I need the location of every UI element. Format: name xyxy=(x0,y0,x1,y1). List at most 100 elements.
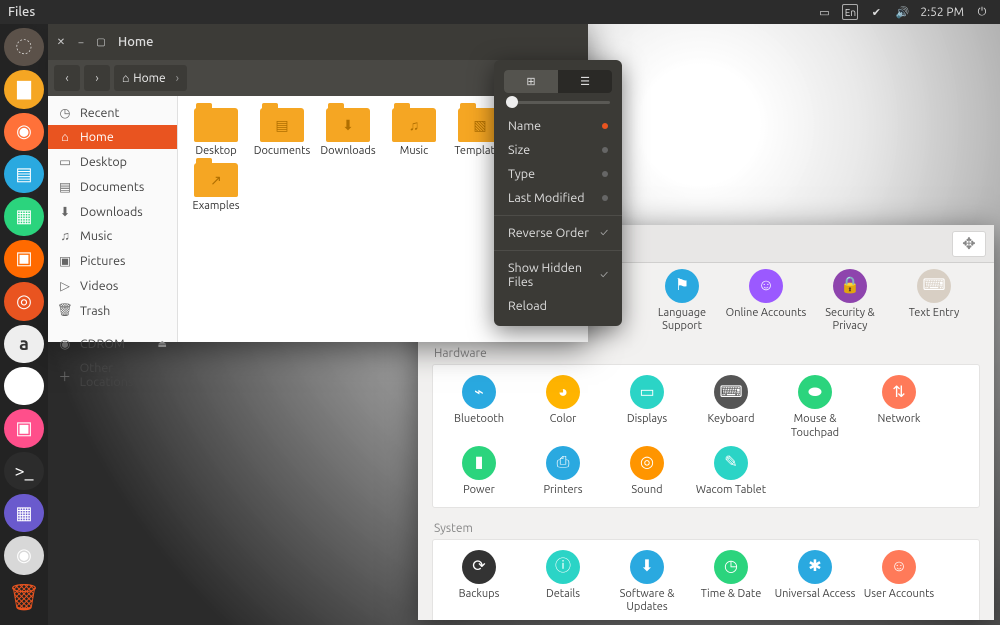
launcher-dash[interactable]: ◌ xyxy=(4,28,44,66)
zoom-slider[interactable] xyxy=(506,101,610,104)
launcher-disc[interactable]: ◉ xyxy=(4,536,44,574)
sidebar-item-label: Home xyxy=(80,130,114,144)
sidebar-item-pictures[interactable]: ▣Pictures xyxy=(48,248,177,273)
folder-desktop[interactable]: Desktop xyxy=(188,108,244,157)
sidebar-item-downloads[interactable]: ⬇Downloads xyxy=(48,199,177,224)
settings-mouse-touchpad[interactable]: ⬬Mouse & Touchpad xyxy=(773,375,857,439)
view-mode-list[interactable]: ☰ xyxy=(558,70,612,93)
launcher-files[interactable]: ▇ xyxy=(4,70,44,108)
settings-search-button[interactable]: ✥ xyxy=(952,231,986,257)
launcher-document[interactable]: ▤ xyxy=(4,155,44,193)
launcher-calc-green[interactable]: ▦ xyxy=(4,197,44,235)
window-minimize-button[interactable]: – xyxy=(74,35,88,49)
sidebar-item-recent[interactable]: ◷Recent xyxy=(48,100,177,125)
folder-icon: ⬇ xyxy=(326,108,370,142)
settings-item-label: Keyboard xyxy=(707,413,754,426)
settings-software-updates[interactable]: ⬇Software & Updates xyxy=(605,550,689,614)
settings-security-privacy[interactable]: 🔒Security & Privacy xyxy=(808,269,892,333)
sidebar-item-label: Downloads xyxy=(80,205,143,219)
settings-item-label: Displays xyxy=(627,413,667,426)
path-bar[interactable]: ⌂ Home › xyxy=(114,65,187,91)
sort-by-last-modified[interactable]: Last Modified xyxy=(494,186,622,210)
sort-by-size[interactable]: Size xyxy=(494,138,622,162)
launcher-ubuntu[interactable]: ◎ xyxy=(4,282,44,320)
radio-dot-icon xyxy=(602,123,608,129)
folder-examples[interactable]: ↗Examples xyxy=(188,163,244,212)
sound-icon: ◎ xyxy=(630,446,664,480)
launcher-calculator[interactable]: ▦ xyxy=(4,494,44,532)
videos-icon: ▷ xyxy=(58,278,72,293)
settings-item-label: Wacom Tablet xyxy=(696,484,766,497)
system-tray: ▭ En ✔ 🔊 2:52 PM ⏻ xyxy=(816,4,1000,20)
popover-reverse-order[interactable]: Reverse Order✓ xyxy=(494,221,622,245)
tray-keyboard-indicator[interactable]: En xyxy=(842,4,858,20)
settings-keyboard[interactable]: ⌨Keyboard xyxy=(689,375,773,439)
settings-color[interactable]: ◕Color xyxy=(521,375,605,439)
launcher-pink[interactable]: ▣ xyxy=(4,409,44,447)
popover-show-hidden[interactable]: Show Hidden Files✓ xyxy=(494,256,622,294)
sidebar-item-videos[interactable]: ▷Videos xyxy=(48,273,177,298)
nav-forward-button[interactable]: › xyxy=(84,65,110,91)
settings-item-label: Details xyxy=(546,588,580,601)
sidebar-item-documents[interactable]: ▤ Documents xyxy=(48,174,177,199)
text-entry-icon: ⌨ xyxy=(917,269,951,303)
settings-bluetooth[interactable]: ⌁Bluetooth xyxy=(437,375,521,439)
tray-screen-icon[interactable]: ▭ xyxy=(816,4,832,20)
settings-sound[interactable]: ◎Sound xyxy=(605,446,689,497)
sidebar-item-cdrom[interactable]: ◉CDROM⏏ xyxy=(48,331,177,356)
settings-item-label: Network xyxy=(878,413,921,426)
settings-wacom-tablet[interactable]: ✎Wacom Tablet xyxy=(689,446,773,497)
popover-separator xyxy=(494,215,622,216)
files-titlebar[interactable]: ✕ – ▢ Home xyxy=(48,24,588,60)
power-icon: ▮ xyxy=(462,446,496,480)
zoom-slider-thumb[interactable] xyxy=(506,96,518,108)
tray-volume-icon[interactable]: 🔊 xyxy=(894,4,910,20)
sidebar-item-label: Documents xyxy=(80,180,144,194)
folder-music[interactable]: ♫Music xyxy=(386,108,442,157)
settings-details[interactable]: ⓘDetails xyxy=(521,550,605,614)
sidebar-item-label: Desktop xyxy=(80,155,127,169)
settings-printers[interactable]: ⎙Printers xyxy=(521,446,605,497)
settings-time-date[interactable]: ◷Time & Date xyxy=(689,550,773,614)
settings-online-accounts[interactable]: ☺Online Accounts xyxy=(724,269,808,333)
settings-network[interactable]: ⇅Network xyxy=(857,375,941,439)
sort-by-name[interactable]: Name xyxy=(494,114,622,138)
popover-reload[interactable]: Reload xyxy=(494,294,622,318)
user-accounts-icon: ☺ xyxy=(882,550,916,584)
launcher-amazon[interactable]: a xyxy=(4,325,44,363)
settings-grid-system: ⟳BackupsⓘDetails⬇Software & Updates◷Time… xyxy=(432,539,980,620)
launcher-firefox[interactable]: ◉ xyxy=(4,113,44,151)
sort-by-type[interactable]: Type xyxy=(494,162,622,186)
eject-icon[interactable]: ⏏ xyxy=(158,338,167,350)
settings-item-label: Backups xyxy=(459,588,500,601)
window-maximize-button[interactable]: ▢ xyxy=(94,35,108,49)
settings-backups[interactable]: ⟳Backups xyxy=(437,550,521,614)
sidebar-item-music[interactable]: ♫Music xyxy=(48,224,177,248)
settings-language-support[interactable]: ⚑Language Support xyxy=(640,269,724,333)
launcher-software[interactable]: ▣ xyxy=(4,240,44,278)
radio-dot-icon xyxy=(602,195,608,201)
view-mode-icons[interactable]: ⊞ xyxy=(504,70,558,93)
sidebar-item-desktop[interactable]: ▭Desktop xyxy=(48,149,177,174)
launcher-terminal[interactable]: >_ xyxy=(4,452,44,490)
settings-text-entry[interactable]: ⌨Text Entry xyxy=(892,269,976,333)
settings-user-accounts[interactable]: ☺User Accounts xyxy=(857,550,941,614)
launcher-toggle[interactable]: ⊙ xyxy=(4,367,44,405)
settings-universal-access[interactable]: ✱Universal Access xyxy=(773,550,857,614)
settings-displays[interactable]: ▭Displays xyxy=(605,375,689,439)
nav-back-button[interactable]: ‹ xyxy=(54,65,80,91)
documents-icon: ▤ xyxy=(58,179,72,194)
folder-downloads[interactable]: ⬇Downloads xyxy=(320,108,376,157)
radio-dot-icon xyxy=(602,147,608,153)
tray-power-icon[interactable]: ⏻ xyxy=(974,4,990,20)
sidebar-item-trash[interactable]: 🗑Trash xyxy=(48,298,177,323)
sidebar-item-home[interactable]: ⌂Home xyxy=(48,125,177,149)
folder-documents[interactable]: ▤Documents xyxy=(254,108,310,157)
sidebar-item-other-locations[interactable]: ＋Other Locations xyxy=(48,356,177,394)
settings-item-label: Color xyxy=(550,413,577,426)
launcher-trash[interactable]: 🗑 xyxy=(4,579,44,617)
window-close-button[interactable]: ✕ xyxy=(54,35,68,49)
tray-updates-icon[interactable]: ✔ xyxy=(868,4,884,20)
tray-clock[interactable]: 2:52 PM xyxy=(920,6,964,19)
settings-power[interactable]: ▮Power xyxy=(437,446,521,497)
